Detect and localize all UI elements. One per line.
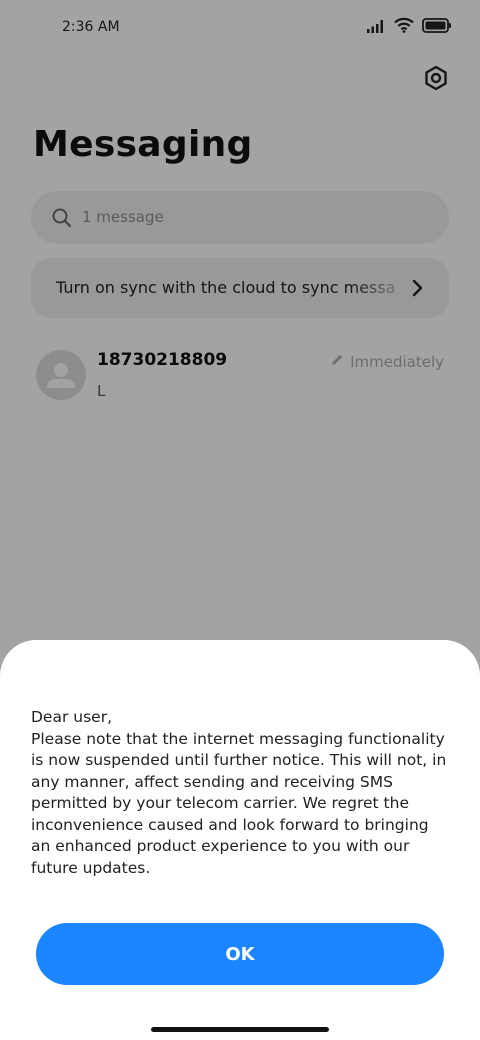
- home-indicator[interactable]: [151, 1027, 329, 1032]
- ok-button[interactable]: OK: [36, 923, 444, 985]
- dialog-message: Dear user, Please note that the internet…: [31, 708, 447, 877]
- notice-dialog: Dear user, Please note that the internet…: [0, 640, 480, 1040]
